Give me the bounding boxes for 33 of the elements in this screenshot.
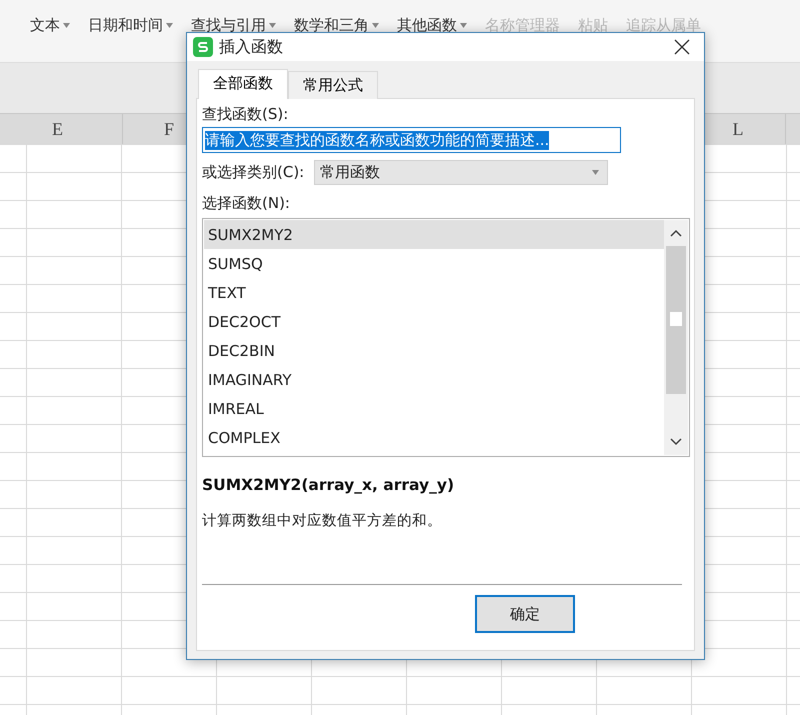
caret-icon <box>269 23 276 28</box>
function-signature: SUMX2MY2(array_x, array_y) <box>202 476 456 494</box>
close-icon[interactable] <box>674 39 690 55</box>
caret-icon <box>166 23 173 28</box>
dialog-tab[interactable]: 全部函数 <box>198 69 288 99</box>
function-list-item[interactable]: DEC2OCT <box>204 307 664 336</box>
function-list-item[interactable]: DEC2BIN <box>204 336 664 365</box>
function-list-item[interactable]: IMREAL <box>204 394 664 423</box>
ribbon-menu-button[interactable]: 日期和时间 <box>88 17 173 34</box>
caret-icon <box>592 170 600 175</box>
function-list-item[interactable]: SUMX2MY2 <box>204 220 664 249</box>
function-list-item[interactable]: TEXT <box>204 278 664 307</box>
scrollbar[interactable] <box>664 220 688 455</box>
search-field[interactable]: 请输入您要查找的函数名称或函数功能的简要描述... <box>202 127 621 153</box>
ribbon-menu-button[interactable]: 其他函数 <box>397 17 467 34</box>
ok-button[interactable]: 确定 <box>475 595 575 633</box>
caret-icon <box>460 23 467 28</box>
dialog-title: 插入函数 <box>219 36 284 58</box>
function-description: 计算两数组中对应数值平方差的和。 <box>202 512 443 530</box>
category-label: 或选择类别(C): <box>202 163 304 182</box>
function-list-item[interactable]: COMPLEX <box>204 423 664 452</box>
function-list-item[interactable]: IMAGINARY <box>204 365 664 394</box>
ribbon-menu-button[interactable]: 文本 <box>30 17 70 34</box>
caret-icon <box>372 23 379 28</box>
function-list-item[interactable]: SUMSQ <box>204 249 664 278</box>
function-list-label: 选择函数(N): <box>202 194 291 213</box>
ribbon-menu-button[interactable]: 查找与引用 <box>191 17 276 34</box>
column-header[interactable]: E <box>0 114 123 144</box>
category-dropdown[interactable]: 常用函数 <box>314 160 608 185</box>
ribbon-menu-button[interactable]: 数学和三角 <box>294 17 379 34</box>
caret-icon <box>63 23 70 28</box>
app-logo-icon <box>193 37 213 57</box>
dialog-tab[interactable]: 常用公式 <box>288 71 378 99</box>
